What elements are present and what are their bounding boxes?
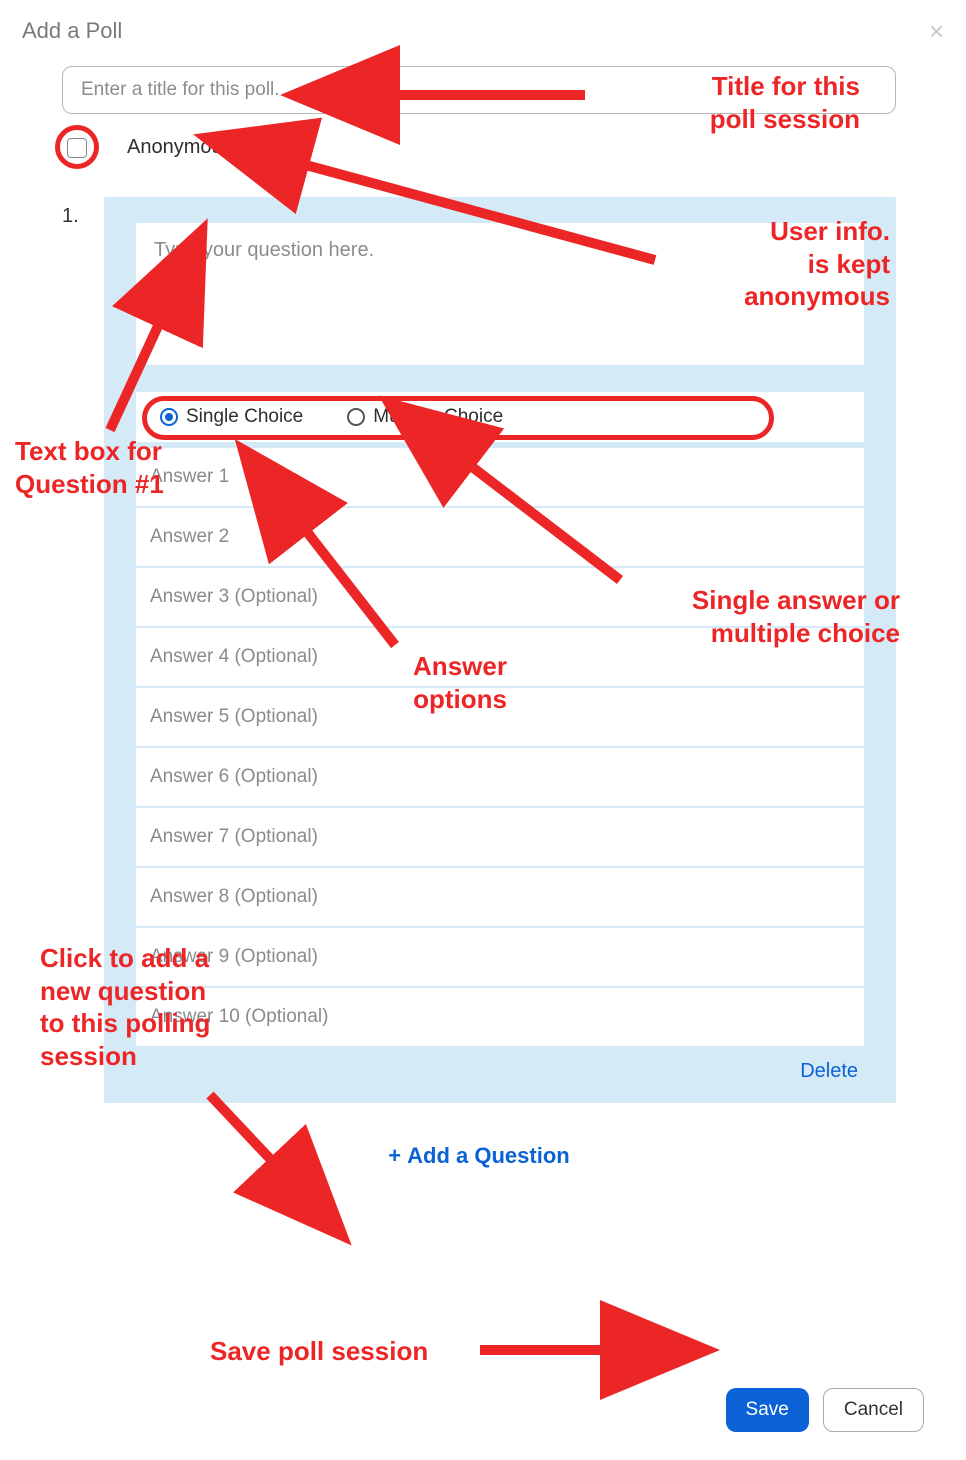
- help-icon[interactable]: ?: [256, 139, 274, 157]
- annotation-save: Save poll session: [210, 1335, 428, 1368]
- answer-input-7[interactable]: [136, 808, 864, 866]
- answer-input-6[interactable]: [136, 748, 864, 806]
- save-button[interactable]: Save: [726, 1388, 809, 1432]
- answer-input-8[interactable]: [136, 868, 864, 926]
- answer-input-1[interactable]: [136, 448, 864, 506]
- answer-input-5[interactable]: [136, 688, 864, 746]
- answer-input-10[interactable]: [136, 988, 864, 1046]
- answer-input-2[interactable]: [136, 508, 864, 566]
- single-choice-radio[interactable]: Single Choice: [146, 406, 303, 428]
- plus-icon: +: [388, 1143, 401, 1168]
- answer-input-4[interactable]: [136, 628, 864, 686]
- multiple-choice-radio[interactable]: Multiple Choice: [333, 406, 503, 428]
- delete-question-link[interactable]: Delete: [800, 1060, 858, 1082]
- add-question-label: Add a Question: [407, 1143, 570, 1168]
- anonymous-label: Anonymous?: [127, 136, 244, 159]
- poll-title-input[interactable]: [62, 66, 896, 114]
- close-icon[interactable]: ×: [929, 18, 944, 44]
- add-question-link[interactable]: +Add a Question: [388, 1143, 569, 1168]
- question-text-input[interactable]: [136, 223, 864, 365]
- anonymous-checkbox[interactable]: [67, 138, 87, 158]
- dialog-title: Add a Poll: [22, 18, 122, 44]
- question-card: Single Choice Multiple Choice: [104, 197, 896, 1103]
- single-choice-label: Single Choice: [186, 406, 303, 428]
- answers-list: [136, 448, 864, 1046]
- answer-input-9[interactable]: [136, 928, 864, 986]
- radio-icon: [347, 408, 365, 426]
- multiple-choice-label: Multiple Choice: [373, 406, 503, 428]
- radio-icon: [160, 408, 178, 426]
- answer-input-3[interactable]: [136, 568, 864, 626]
- question-number: 1.: [62, 197, 92, 1103]
- cancel-button[interactable]: Cancel: [823, 1388, 924, 1432]
